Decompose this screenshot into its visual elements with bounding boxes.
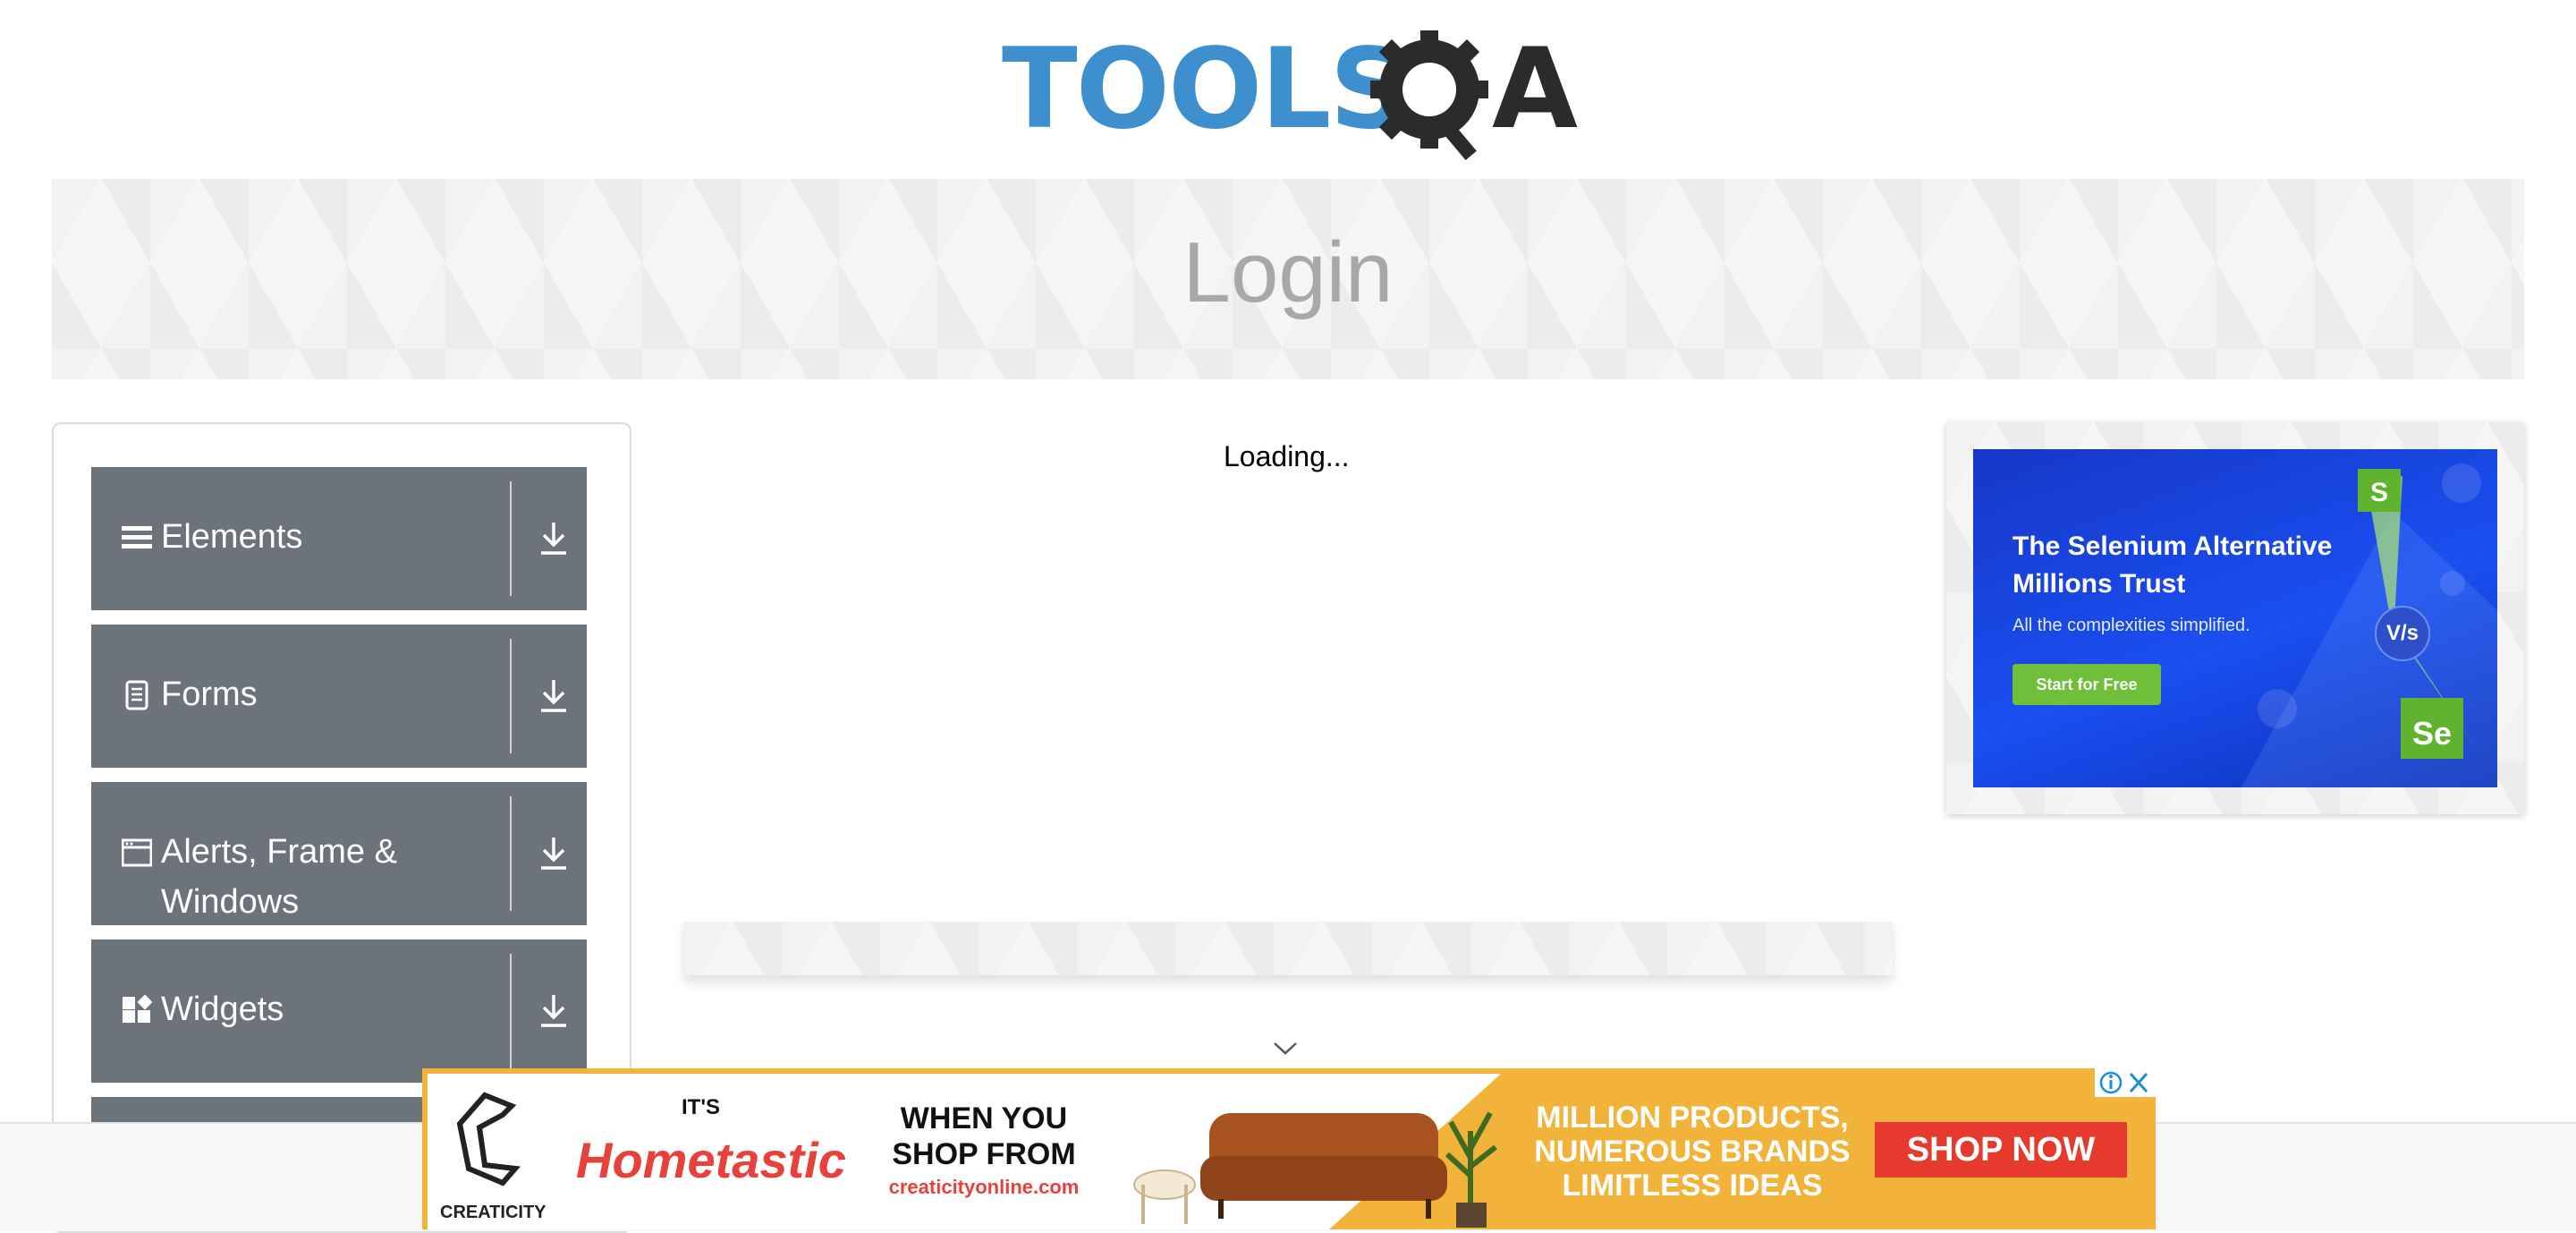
divider — [510, 954, 512, 1068]
sidebar-group-alerts-frame-windows[interactable]: Alerts, Frame & Windows — [91, 782, 587, 925]
ad-close-controls[interactable] — [2095, 1068, 2156, 1097]
download-icon — [541, 523, 566, 555]
divider — [510, 481, 512, 596]
chevron-down-icon[interactable] — [1272, 1040, 1299, 1058]
ad-headline: The Selenium Alternative Millions Trust — [2012, 531, 2333, 599]
divider — [510, 796, 512, 911]
logo-suffix: A — [1492, 25, 1578, 154]
bottom-banner-ad[interactable]: CREATICITY IT'S Hometastic WHEN YOU SHOP… — [422, 1068, 2156, 1229]
ad-when-text: WHEN YOU SHOP FROM — [892, 1101, 1076, 1171]
ad-site-url: creaticityonline.com — [888, 1176, 1080, 1198]
window-icon — [122, 838, 152, 867]
start-for-free-button[interactable]: Start for Free — [2012, 664, 2161, 705]
page-title: Login — [1182, 225, 1394, 320]
page-header-banner: Login — [52, 179, 2524, 379]
vs-badge: V/s — [2386, 621, 2419, 645]
ad-subtext: All the complexities simplified. — [2012, 616, 2250, 635]
divider — [510, 639, 512, 753]
ad-tagline: MILLION PRODUCTS, NUMEROUS BRANDS LIMITL… — [1534, 1101, 1851, 1203]
download-icon — [541, 680, 566, 712]
ad-brand: CREATICITY — [440, 1203, 547, 1222]
s-badge: S — [2370, 478, 2388, 507]
loading-text: Loading... — [1224, 440, 1350, 472]
selenium-alternative-ad[interactable]: S Se V/s The Selenium Alternative Millio… — [1973, 449, 2497, 787]
creaticity-logo-icon — [456, 1092, 521, 1186]
sofa-image — [1133, 1111, 1497, 1228]
se-badge: Se — [2412, 715, 2452, 752]
download-icon — [541, 838, 566, 870]
sidebar-group-label: Alerts, Frame & Windows — [161, 833, 397, 921]
sidebar-group-widgets[interactable]: Widgets — [91, 940, 587, 1083]
sidebar-group-label: Elements — [161, 518, 303, 556]
document-icon — [125, 680, 148, 710]
hometastic-logo: Hometastic — [576, 1132, 846, 1188]
hamburger-icon — [122, 526, 152, 548]
logo-text: TOOLS — [1002, 25, 1410, 154]
widgets-icon — [123, 995, 152, 1023]
download-icon — [541, 995, 566, 1027]
sidebar-group-label: Widgets — [161, 991, 284, 1028]
shop-now-button[interactable]: SHOP NOW — [1875, 1122, 2127, 1178]
sidebar-group-elements[interactable]: Elements — [91, 467, 587, 610]
sidebar-group-label: Forms — [161, 676, 258, 713]
ad-its: IT'S — [682, 1095, 721, 1119]
right-ad-container: S Se V/s The Selenium Alternative Millio… — [1946, 422, 2524, 814]
toolsqa-logo[interactable]: TOOLS A — [1002, 25, 1583, 168]
gear-magnifier-icon — [1370, 30, 1488, 161]
content-footer-strip — [683, 922, 1893, 975]
ad-info-close-icon[interactable] — [2095, 1068, 2156, 1097]
sidebar-group-forms[interactable]: Forms — [91, 625, 587, 768]
